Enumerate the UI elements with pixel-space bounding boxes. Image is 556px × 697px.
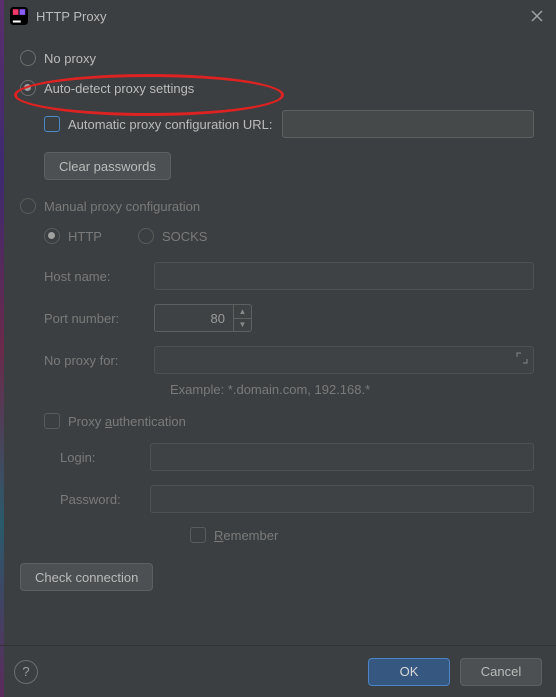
radio-label: SOCKS [162,229,208,244]
checkbox-pac-url[interactable]: Automatic proxy configuration URL: [44,110,548,138]
radio-auto-detect[interactable]: Auto-detect proxy settings [20,80,548,96]
check-connection-button[interactable]: Check connection [20,563,153,591]
radio-label: Manual proxy configuration [44,199,200,214]
ok-button[interactable]: OK [368,658,450,686]
radio-label: Auto-detect proxy settings [44,81,194,96]
stepper-up-icon[interactable]: ▲ [234,305,251,319]
radio-no-proxy[interactable]: No proxy [20,50,548,66]
radio-label: No proxy [44,51,96,66]
window-title: HTTP Proxy [36,9,107,24]
radio-http[interactable]: HTTP [44,228,102,244]
radio-label: HTTP [68,229,102,244]
no-proxy-for-input[interactable] [154,346,534,374]
password-label: Password: [60,492,150,507]
radio-icon [138,228,154,244]
app-icon [10,7,28,25]
checkbox-label: Proxy authentication [68,414,186,429]
no-proxy-for-label: No proxy for: [44,353,154,368]
clear-passwords-button[interactable]: Clear passwords [44,152,171,180]
radio-icon [20,50,36,66]
radio-socks[interactable]: SOCKS [138,228,208,244]
port-label: Port number: [44,311,154,326]
checkbox-icon [44,413,60,429]
close-icon[interactable] [528,7,546,25]
radio-icon [20,198,36,214]
radio-icon [44,228,60,244]
host-input[interactable] [154,262,534,290]
password-input[interactable] [150,485,534,513]
checkbox-label: Remember [214,528,278,543]
host-label: Host name: [44,269,154,284]
cancel-button[interactable]: Cancel [460,658,542,686]
expand-icon[interactable] [516,352,528,367]
help-button[interactable]: ? [14,660,38,684]
checkbox-icon [190,527,206,543]
login-input[interactable] [150,443,534,471]
radio-manual[interactable]: Manual proxy configuration [20,198,548,214]
checkbox-proxy-auth[interactable]: Proxy authentication [44,413,548,429]
example-text: Example: *.domain.com, 192.168.* [170,382,548,397]
dialog-footer: ? OK Cancel [0,645,556,697]
dialog-content: No proxy Auto-detect proxy settings Auto… [0,32,556,591]
checkbox-label: Automatic proxy configuration URL: [68,117,272,132]
pac-url-input[interactable] [282,110,534,138]
window-left-edge [0,0,4,697]
port-spinner[interactable]: ▲ ▼ [154,304,252,332]
checkbox-remember[interactable]: Remember [190,527,548,543]
checkbox-icon [44,116,60,132]
port-input[interactable] [155,305,233,331]
login-label: Login: [60,450,150,465]
stepper-down-icon[interactable]: ▼ [234,319,251,332]
titlebar: HTTP Proxy [0,0,556,32]
radio-icon [20,80,36,96]
